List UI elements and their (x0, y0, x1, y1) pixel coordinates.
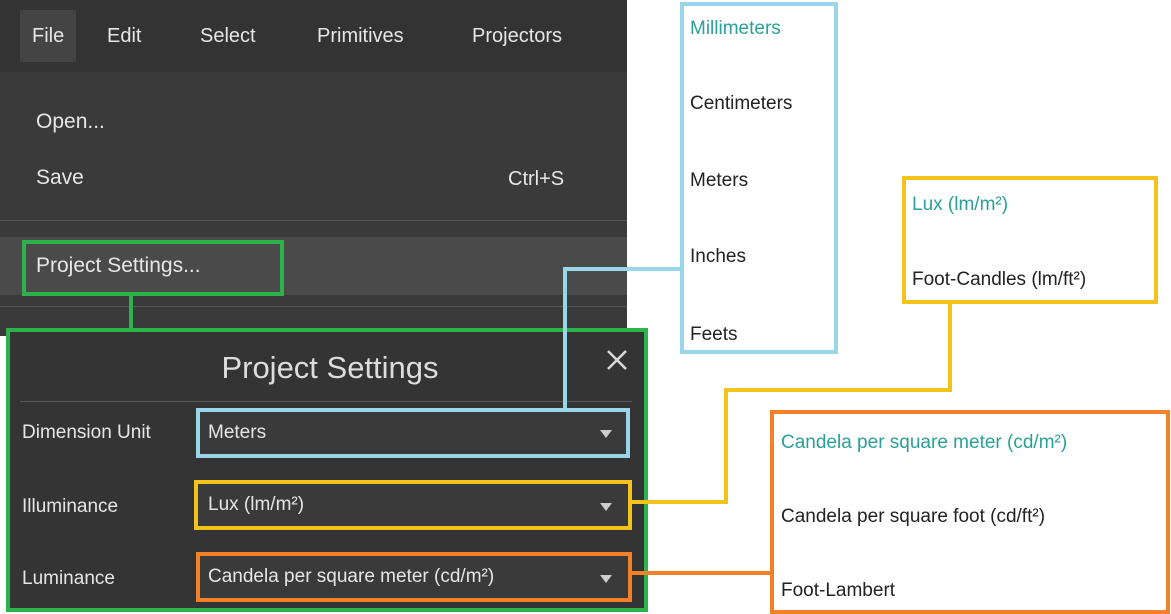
dimension-option-centimeters[interactable]: Centimeters (690, 93, 792, 115)
menu-item-open[interactable]: Open... (36, 110, 105, 134)
callout-illuminance-select (194, 480, 632, 530)
luminance-option-cd-m2[interactable]: Candela per square meter (cd/m²) (781, 432, 1067, 454)
callout-connector (724, 388, 952, 392)
callout-connector (948, 302, 952, 392)
callout-connector (724, 388, 728, 504)
menubar-select[interactable]: Select (188, 10, 268, 62)
menu-divider (0, 306, 627, 307)
callout-luminance-select (196, 552, 632, 602)
menubar-edit[interactable]: Edit (95, 10, 153, 62)
dimension-option-inches[interactable]: Inches (690, 246, 746, 268)
menubar-projectors[interactable]: Projectors (460, 10, 574, 62)
callout-dimension-select (196, 408, 630, 458)
callout-project-settings-item (22, 240, 284, 296)
illuminance-option-foot-candles[interactable]: Foot-Candles (lm/ft²) (912, 269, 1086, 291)
callout-connector (129, 296, 133, 332)
luminance-option-cd-ft2[interactable]: Candela per square foot (cd/ft²) (781, 506, 1045, 528)
luminance-option-foot-lambert[interactable]: Foot-Lambert (781, 580, 895, 602)
callout-connector (563, 267, 567, 408)
save-shortcut: Ctrl+S (508, 168, 565, 190)
dimension-option-millimeters[interactable]: Millimeters (690, 18, 781, 40)
callout-connector (563, 267, 683, 271)
dimension-option-feets[interactable]: Feets (690, 324, 738, 346)
menubar-file[interactable]: File (20, 10, 77, 62)
dimension-option-meters[interactable]: Meters (690, 170, 748, 192)
callout-connector (632, 571, 774, 575)
menu-item-save[interactable]: Save (36, 166, 84, 190)
menu-divider (0, 220, 627, 221)
illuminance-option-lux[interactable]: Lux (lm/m²) (912, 194, 1008, 216)
callout-connector (632, 500, 728, 504)
menubar-primitives[interactable]: Primitives (305, 10, 416, 62)
